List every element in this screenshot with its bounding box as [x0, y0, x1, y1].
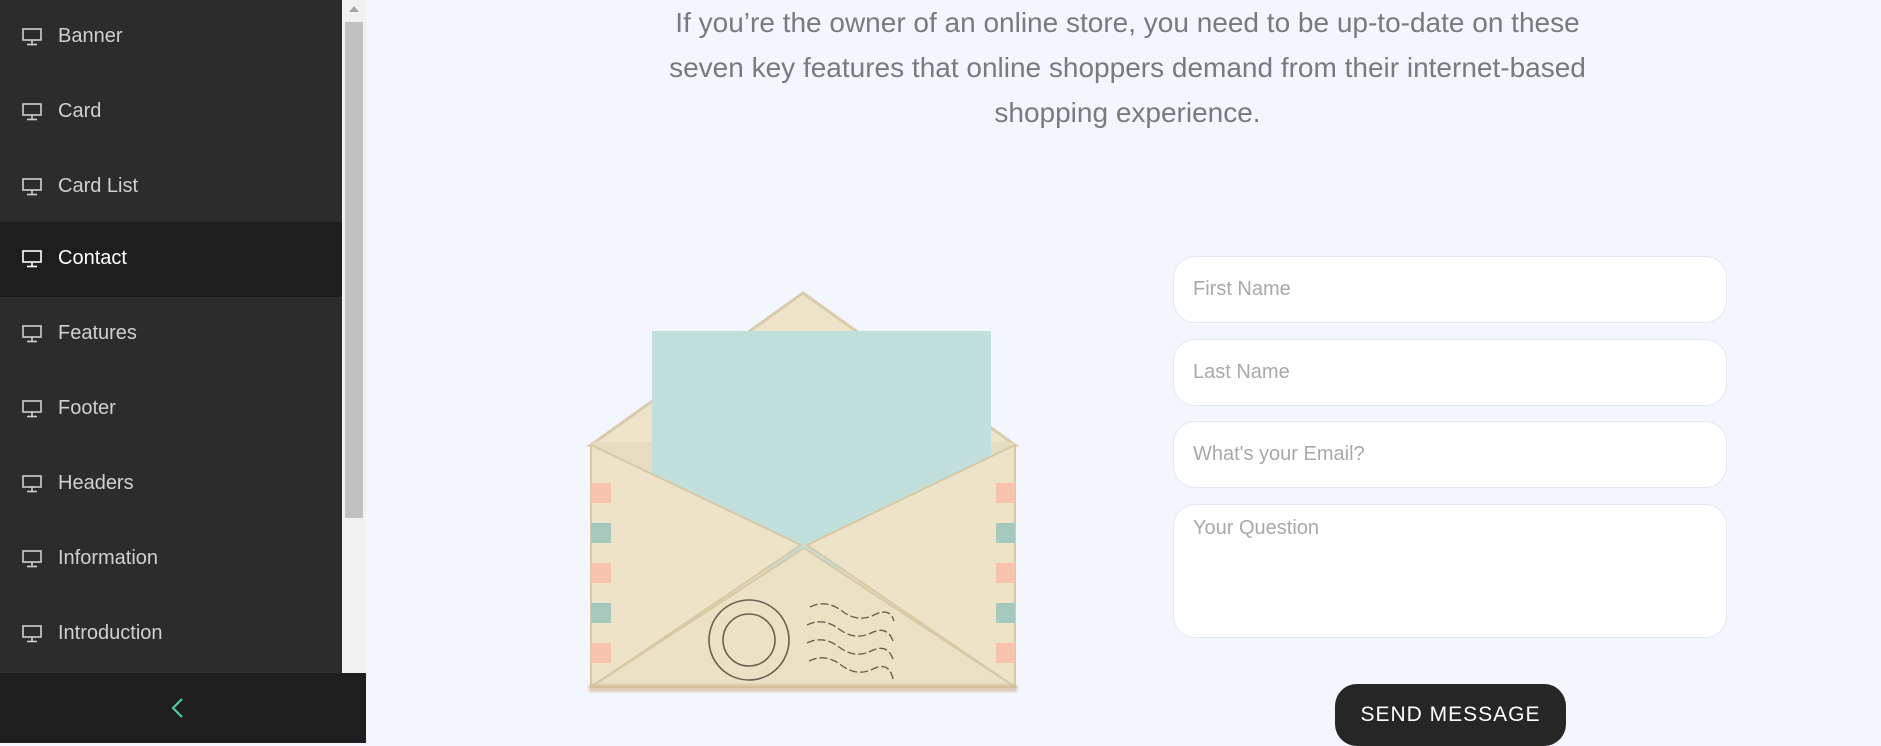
sidebar-item-label: Headers [58, 472, 134, 494]
last-name-field[interactable] [1173, 339, 1727, 406]
sidebar: Banner Card Card List Contact Features F… [0, 0, 342, 673]
monitor-icon [22, 475, 42, 493]
question-field[interactable] [1173, 504, 1727, 638]
sidebar-item-banner[interactable]: Banner [0, 0, 342, 75]
sidebar-footer [0, 673, 366, 743]
scrollbar-thumb[interactable] [345, 22, 363, 518]
monitor-icon [22, 625, 42, 643]
sidebar-item-footer[interactable]: Footer [0, 372, 342, 447]
first-name-field[interactable] [1173, 256, 1727, 323]
sidebar-item-label: Information [58, 547, 159, 569]
monitor-icon [22, 178, 42, 196]
intro-line: If you’re the owner of an online store, … [675, 7, 1580, 38]
monitor-icon [22, 325, 42, 343]
monitor-icon [22, 550, 42, 568]
send-message-button[interactable]: SEND MESSAGE [1335, 684, 1566, 746]
monitor-icon [22, 103, 42, 121]
intro-line: shopping experience. [994, 97, 1261, 128]
sidebar-item-card-list[interactable]: Card List [0, 150, 342, 225]
sidebar-item-label: Footer [58, 397, 116, 419]
sidebar-item-label: Introduction [58, 622, 163, 644]
sidebar-item-label: Features [58, 322, 137, 344]
sidebar-item-label: Banner [58, 25, 123, 47]
sidebar-item-card[interactable]: Card [0, 75, 342, 150]
monitor-icon [22, 400, 42, 418]
sidebar-item-label: Card [58, 100, 102, 122]
monitor-icon [22, 250, 42, 268]
sidebar-scrollbar[interactable] [342, 0, 366, 673]
scroll-up-arrow-icon[interactable] [342, 0, 366, 20]
sidebar-item-label: Contact [58, 247, 127, 269]
sidebar-item-introduction[interactable]: Introduction [0, 597, 342, 672]
sidebar-item-label: Card List [58, 175, 139, 197]
sidebar-item-features[interactable]: Features [0, 297, 342, 372]
sidebar-item-contact[interactable]: Contact [0, 222, 342, 297]
sidebar-item-information[interactable]: Information [0, 522, 342, 597]
monitor-icon [22, 28, 42, 46]
intro-text: If you’re the owner of an online store, … [600, 0, 1655, 135]
sidebar-item-headers[interactable]: Headers [0, 447, 342, 522]
email-field[interactable] [1173, 421, 1727, 488]
intro-line: seven key features that online shoppers … [669, 52, 1586, 83]
chevron-left-icon[interactable] [165, 695, 191, 721]
envelope-illustration [586, 291, 1020, 692]
